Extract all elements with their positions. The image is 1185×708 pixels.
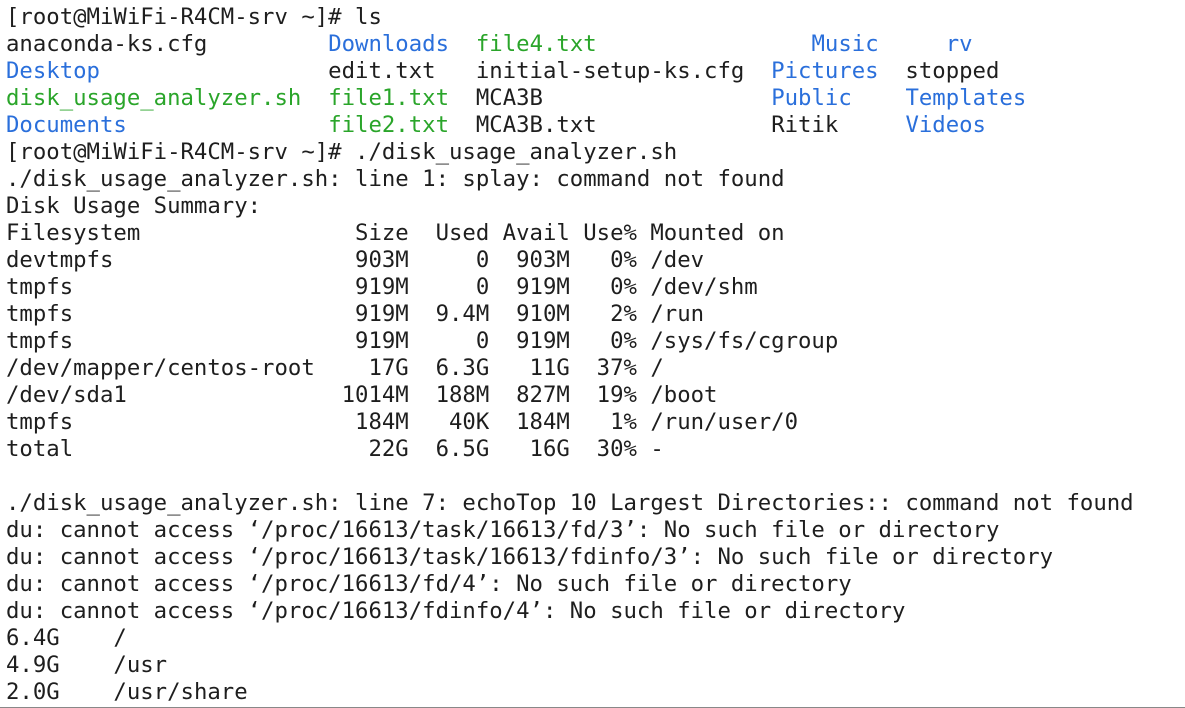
terminal-line: Disk Usage Summary: xyxy=(6,193,1185,220)
terminal-text: du: cannot access ‘/proc/16613/fd/4’: No… xyxy=(6,571,852,597)
terminal-text: tmpfs 919M 0 919M 0% /dev/shm xyxy=(6,274,758,300)
terminal-line: /dev/mapper/centos-root 17G 6.3G 11G 37%… xyxy=(6,355,1185,382)
executable-name: file2.txt xyxy=(328,112,450,138)
terminal-line: [root@MiWiFi-R4CM-srv ~]# ls xyxy=(6,4,1185,31)
terminal-line: du: cannot access ‘/proc/16613/task/1661… xyxy=(6,544,1185,571)
executable-name: file4.txt xyxy=(475,31,597,57)
terminal-line: ./disk_usage_analyzer.sh: line 1: splay:… xyxy=(6,166,1185,193)
directory-name: Desktop xyxy=(6,58,100,84)
terminal-line: tmpfs 184M 40K 184M 1% /run/user/0 xyxy=(6,409,1185,436)
terminal-line: [root@MiWiFi-R4CM-srv ~]# ./disk_usage_a… xyxy=(6,139,1185,166)
terminal-text: /dev/mapper/centos-root 17G 6.3G 11G 37%… xyxy=(6,355,664,381)
terminal-text: Filesystem Size Used Avail Use% Mounted … xyxy=(6,220,785,246)
terminal-line: du: cannot access ‘/proc/16613/fdinfo/4’… xyxy=(6,598,1185,625)
terminal-line: Documents file2.txt MCA3B.txt Ritik Vide… xyxy=(6,112,1185,139)
terminal-text: tmpfs 919M 9.4M 910M 2% /run xyxy=(6,301,705,327)
terminal-line: Desktop edit.txt initial-setup-ks.cfg Pi… xyxy=(6,58,1185,85)
terminal-text: 4.9G /usr xyxy=(6,652,168,678)
terminal-text: total 22G 6.5G 16G 30% - xyxy=(6,436,664,462)
terminal-text: /dev/sda1 1014M 188M 827M 19% /boot xyxy=(6,382,718,408)
directory-name: Templates xyxy=(905,85,1027,111)
terminal-text: ./disk_usage_analyzer.sh: line 1: splay:… xyxy=(6,166,785,192)
terminal-text: ./disk_usage_analyzer.sh: line 7: echoTo… xyxy=(6,490,1134,516)
directory-name: Music xyxy=(811,31,879,57)
terminal-text: stopped xyxy=(878,58,1000,84)
terminal-line: total 22G 6.5G 16G 30% - xyxy=(6,436,1185,463)
terminal-line: /dev/sda1 1014M 188M 827M 19% /boot xyxy=(6,382,1185,409)
terminal-text: MCA3B.txt Ritik xyxy=(449,112,906,138)
directory-name: Documents xyxy=(6,112,127,138)
executable-name: disk_usage_analyzer.sh xyxy=(6,85,302,111)
terminal-text: MCA3B xyxy=(449,85,772,111)
directory-name: rv xyxy=(945,31,973,57)
terminal-text: devtmpfs 903M 0 903M 0% /dev xyxy=(6,247,705,273)
terminal-line: du: cannot access ‘/proc/16613/fd/4’: No… xyxy=(6,571,1185,598)
directory-name: Pictures xyxy=(771,58,879,84)
terminal-line: tmpfs 919M 0 919M 0% /dev/shm xyxy=(6,274,1185,301)
terminal-text: 2.0G /usr/share xyxy=(6,679,248,705)
directory-name: Public xyxy=(771,85,852,111)
terminal-line: anaconda-ks.cfg Downloads file4.txt Musi… xyxy=(6,31,1185,58)
terminal-line: 2.0G /usr/share xyxy=(6,679,1185,706)
terminal-line: 4.9G /usr xyxy=(6,652,1185,679)
terminal-text: du: cannot access ‘/proc/16613/fdinfo/4’… xyxy=(6,598,906,624)
terminal-line: du: cannot access ‘/proc/16613/task/1661… xyxy=(6,517,1185,544)
terminal-text: tmpfs 919M 0 919M 0% /sys/fs/cgroup xyxy=(6,328,839,354)
directory-name: Downloads xyxy=(328,31,450,57)
terminal-text: tmpfs 184M 40K 184M 1% /run/user/0 xyxy=(6,409,799,435)
terminal-text: du: cannot access ‘/proc/16613/task/1661… xyxy=(6,544,1054,570)
terminal-line: tmpfs 919M 0 919M 0% /sys/fs/cgroup xyxy=(6,328,1185,355)
terminal-line: 6.4G / xyxy=(6,625,1185,652)
terminal-text: du: cannot access ‘/proc/16613/task/1661… xyxy=(6,517,1000,543)
terminal-line: tmpfs 919M 9.4M 910M 2% /run xyxy=(6,301,1185,328)
executable-name: file1.txt xyxy=(328,85,450,111)
terminal-line: Filesystem Size Used Avail Use% Mounted … xyxy=(6,220,1185,247)
terminal-text: [root@MiWiFi-R4CM-srv ~]# ./disk_usage_a… xyxy=(6,139,678,165)
terminal-line: disk_usage_analyzer.sh file1.txt MCA3B P… xyxy=(6,85,1185,112)
terminal-line: ./disk_usage_analyzer.sh: line 7: echoTo… xyxy=(6,490,1185,517)
terminal-text: Disk Usage Summary: xyxy=(6,193,262,219)
terminal-text: 6.4G / xyxy=(6,625,127,651)
terminal-text: anaconda-ks.cfg xyxy=(6,31,329,57)
terminal-text: edit.txt initial-setup-ks.cfg xyxy=(99,58,772,84)
terminal-line: devtmpfs 903M 0 903M 0% /dev xyxy=(6,247,1185,274)
directory-name: Videos xyxy=(905,112,986,138)
terminal-text: [root@MiWiFi-R4CM-srv ~]# ls xyxy=(6,4,382,30)
terminal-window[interactable]: [root@MiWiFi-R4CM-srv ~]# ls anaconda-ks.… xyxy=(0,0,1185,708)
